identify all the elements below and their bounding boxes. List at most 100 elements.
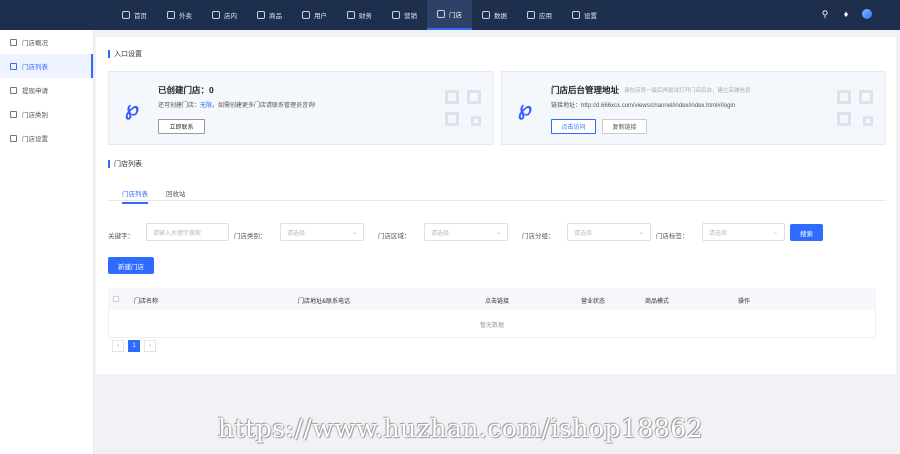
area-select[interactable]: 请选择 ⌄ [424,223,508,241]
top-nav-menu: 首页 外卖 店内 商品 用户 财务 营销 门店 数据 应用 设置 [112,0,607,30]
sidebar-item-store-settings[interactable]: 门店设置 [0,126,93,150]
app-icon [527,11,535,19]
contact-now-button[interactable]: 立即联系 [158,119,205,134]
area-label: 门店区域： [378,233,411,240]
chevron-down-icon: ⌄ [638,230,644,236]
copy-link-button[interactable]: 复制链接 [602,119,647,134]
wallet-icon [10,86,17,94]
chevron-down-icon: ⌄ [495,230,501,236]
nav-item-apps[interactable]: 应用 [517,0,562,30]
empty-state-text: 暂无数据 [479,323,504,329]
nav-item-settings[interactable]: 设置 [562,0,607,30]
nav-item-goods[interactable]: 商品 [247,0,292,30]
card-text-suffix: ，如需创建更多门店请联系管理员咨询! [212,103,316,109]
nav-label: 门店 [449,12,462,19]
column-header: 门店地址&联系电话 [298,299,351,305]
card-text-prefix: 还可创建门店： [158,103,201,109]
sidebar: 门店概况 门店列表 提现申请 ⌄ 门店类别 ⌄ 门店设置 [0,30,94,454]
settings-icon [572,11,580,19]
select-placeholder: 请选择 [709,230,728,237]
column-header: 商品模式 [645,299,670,305]
goods-icon [257,11,265,19]
select-all-checkbox[interactable] [113,296,119,302]
card-text: 还可创建门店：无限，如需创建更多门店请联系管理员咨询! [158,100,316,109]
nav-label: 应用 [539,13,552,20]
nav-item-takeout[interactable]: 外卖 [157,0,202,30]
link-label: 链接地址： [551,103,582,109]
tag-select[interactable]: 请选择 ⌄ [702,223,785,241]
sidebar-item-withdraw[interactable]: 提现申请 ⌄ [0,78,93,102]
card-link: 链接地址：http://d.666xcx.com/views/channel/i… [551,100,735,109]
user-icon [302,11,310,19]
nav-item-home[interactable]: 首页 [112,0,157,30]
top-navigation-bar: 首页 外卖 店内 商品 用户 财务 营销 门店 数据 应用 设置 ⚲ ♦ [0,0,900,30]
section-title-text: 门店列表 [114,161,142,168]
select-placeholder: 请选择 [574,230,593,237]
sidebar-item-label: 门店列表 [22,64,48,71]
card-text-highlight: 无限 [200,103,213,109]
nav-item-dine-in[interactable]: 店内 [202,0,247,30]
nav-item-data[interactable]: 数据 [472,0,517,30]
gift-icon [392,11,400,19]
list-icon [10,62,17,70]
finance-icon [347,11,355,19]
chevron-down-icon: ⌄ [772,230,778,236]
home-icon [122,11,130,19]
prev-page-button[interactable]: ‹ [112,340,124,352]
next-page-button[interactable]: › [144,340,156,352]
gear-icon [10,134,17,142]
nav-label: 店内 [224,13,237,20]
list-section-title: 门店列表 [108,159,142,169]
avatar[interactable] [862,9,872,19]
tab-store-list[interactable]: 门店列表 [122,188,148,204]
main-content: 入口设置 ℘ 已创建门店：0 还可创建门店：无限，如需创建更多门店请联系管理员咨… [96,37,896,374]
column-header: 操作 [738,299,751,305]
section-title-text: 入口设置 [114,51,142,58]
watermark-text: https://www.huzhan.com/ishop18862 [218,414,704,443]
nav-item-marketing[interactable]: 营销 [382,0,427,30]
keyword-label: 关键字： [108,233,134,240]
tab-recycle-bin[interactable]: 回收站 [166,188,186,198]
visit-button[interactable]: 点击访问 [551,119,596,134]
nav-label: 数据 [494,13,507,20]
pagination: ‹ 1 › [112,340,156,352]
entry-section-title: 入口设置 [108,49,142,59]
nav-label: 商品 [269,13,282,20]
nav-label: 首页 [134,13,147,20]
bell-icon[interactable]: ♦ [841,9,851,19]
sidebar-item-store-category[interactable]: 门店类别 ⌄ [0,102,93,126]
nav-label: 财务 [359,13,372,20]
sidebar-item-store-list[interactable]: 门店列表 [0,54,93,78]
chart-icon [10,38,17,46]
category-select[interactable]: 请选择 ⌄ [280,223,364,241]
card-subtitle: 请在店员一级后再尝试打开门店后台，建立店铺信息 [624,88,751,94]
brand-logo-icon: ℘ [518,98,532,120]
new-store-button[interactable]: 新建门店 [108,257,154,274]
chevron-down-icon: ⌄ [43,111,49,117]
keyword-input[interactable]: 请输入关键字搜索 [146,223,229,241]
card-title: 门店后台管理地址 [551,85,620,95]
nav-item-store[interactable]: 门店 [427,0,472,30]
search-icon[interactable]: ⚲ [820,9,830,19]
column-header: 门店名称 [134,299,159,305]
nav-label: 用户 [314,13,327,20]
chevron-down-icon: ⌄ [351,230,357,236]
top-right-icons: ⚲ ♦ [820,9,872,19]
nav-label: 设置 [584,13,597,20]
search-button[interactable]: 搜索 [790,224,823,241]
nav-item-user[interactable]: 用户 [292,0,337,30]
title-bar [108,50,110,58]
select-placeholder: 请选择 [287,230,306,237]
group-select[interactable]: 请选择 ⌄ [567,223,651,241]
nav-item-finance[interactable]: 财务 [337,0,382,30]
column-header: 营业状态 [581,299,606,305]
page-number-button[interactable]: 1 [128,340,140,352]
store-count-card: ℘ 已创建门店：0 还可创建门店：无限，如需创建更多门店请联系管理员咨询! 立即… [108,71,494,145]
sidebar-item-label: 门店概况 [22,40,48,47]
grid-icon [10,110,17,118]
tag-label: 门店标签： [656,233,689,240]
sidebar-item-store-overview[interactable]: 门店概况 [0,30,93,54]
store-admin-card: ℘ 门店后台管理地址 请在店员一级后再尝试打开门店后台，建立店铺信息 链接地址：… [501,71,886,145]
qr-code-icon [837,90,873,126]
chevron-down-icon: ⌄ [43,87,49,93]
